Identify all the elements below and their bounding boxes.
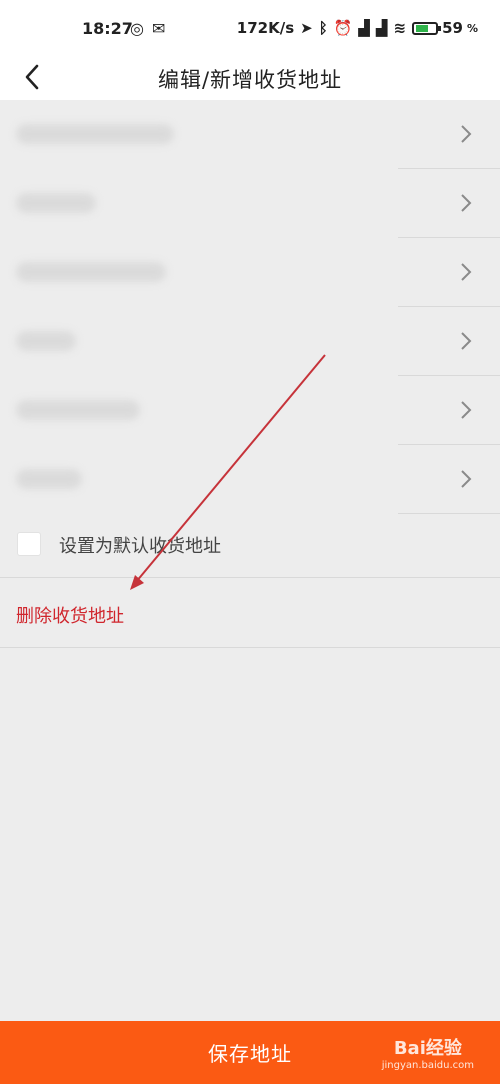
form-row-5[interactable]	[0, 376, 500, 445]
address-form	[0, 100, 500, 514]
delete-address-row[interactable]: 删除收货地址	[0, 578, 500, 648]
battery-indicator: 59%	[412, 19, 478, 37]
page-title: 编辑/新增收货地址	[157, 68, 343, 92]
watermark-domain: jingyan.baidu.com	[381, 1059, 474, 1071]
battery-icon	[412, 21, 442, 35]
default-address-checkbox[interactable]	[17, 532, 41, 556]
delete-address-button[interactable]: 删除收货地址	[16, 602, 124, 628]
status-bar: 18:27 ◎ ✉ 172K/s ➤ ᛒ ⏰ ▟ ▟ ≋ 59%	[0, 0, 500, 58]
blurred-field-6	[16, 469, 82, 489]
blurred-field-2	[16, 193, 96, 213]
bluetooth-icon: ᛒ	[318, 19, 328, 37]
chevron-right-icon	[461, 401, 472, 419]
edit-address-screen: 18:27 ◎ ✉ 172K/s ➤ ᛒ ⏰ ▟ ▟ ≋ 59% 编辑/新增收货…	[0, 0, 500, 1084]
wifi-icon: ≋	[393, 19, 407, 37]
alarm-icon: ⏰	[333, 19, 353, 37]
save-address-label: 保存地址	[208, 1042, 292, 1066]
chevron-right-icon	[461, 263, 472, 281]
back-icon[interactable]	[18, 62, 48, 92]
form-row-3[interactable]	[0, 238, 500, 307]
blurred-field-1	[16, 124, 174, 144]
blurred-field-5	[16, 400, 140, 420]
chevron-right-icon	[461, 125, 472, 143]
chevron-right-icon	[461, 194, 472, 212]
blurred-field-4	[16, 331, 76, 351]
signal-2-icon: ▟	[375, 19, 388, 37]
status-notification-icons: ◎ ✉	[130, 19, 165, 38]
watermark-brand: Bai经验	[393, 1037, 462, 1059]
form-row-6[interactable]	[0, 445, 500, 514]
battery-level: 59	[442, 19, 463, 37]
chevron-right-icon	[461, 470, 472, 488]
chevron-right-icon	[461, 332, 472, 350]
network-speed: 172K/s	[236, 19, 295, 37]
signal-icon: ▟	[358, 19, 370, 37]
notification-icon: ◎	[130, 19, 144, 38]
wechat-icon: ✉	[151, 19, 166, 38]
status-right-area: 172K/s ➤ ᛒ ⏰ ▟ ▟ ≋ 59%	[237, 19, 478, 37]
baidu-jingyan-watermark: Bai经验 jingyan.baidu.com	[382, 1024, 474, 1080]
app-header: 编辑/新增收货地址	[0, 58, 500, 100]
form-row-2[interactable]	[0, 169, 500, 238]
default-address-label: 设置为默认收货地址	[59, 536, 221, 557]
form-row-1[interactable]	[0, 100, 500, 169]
default-address-row[interactable]: 设置为默认收货地址	[0, 512, 500, 578]
location-icon: ➤	[300, 19, 313, 37]
form-row-4[interactable]	[0, 307, 500, 376]
blurred-field-3	[16, 262, 166, 282]
status-time: 18:27	[82, 19, 133, 38]
battery-unit: %	[466, 21, 478, 35]
